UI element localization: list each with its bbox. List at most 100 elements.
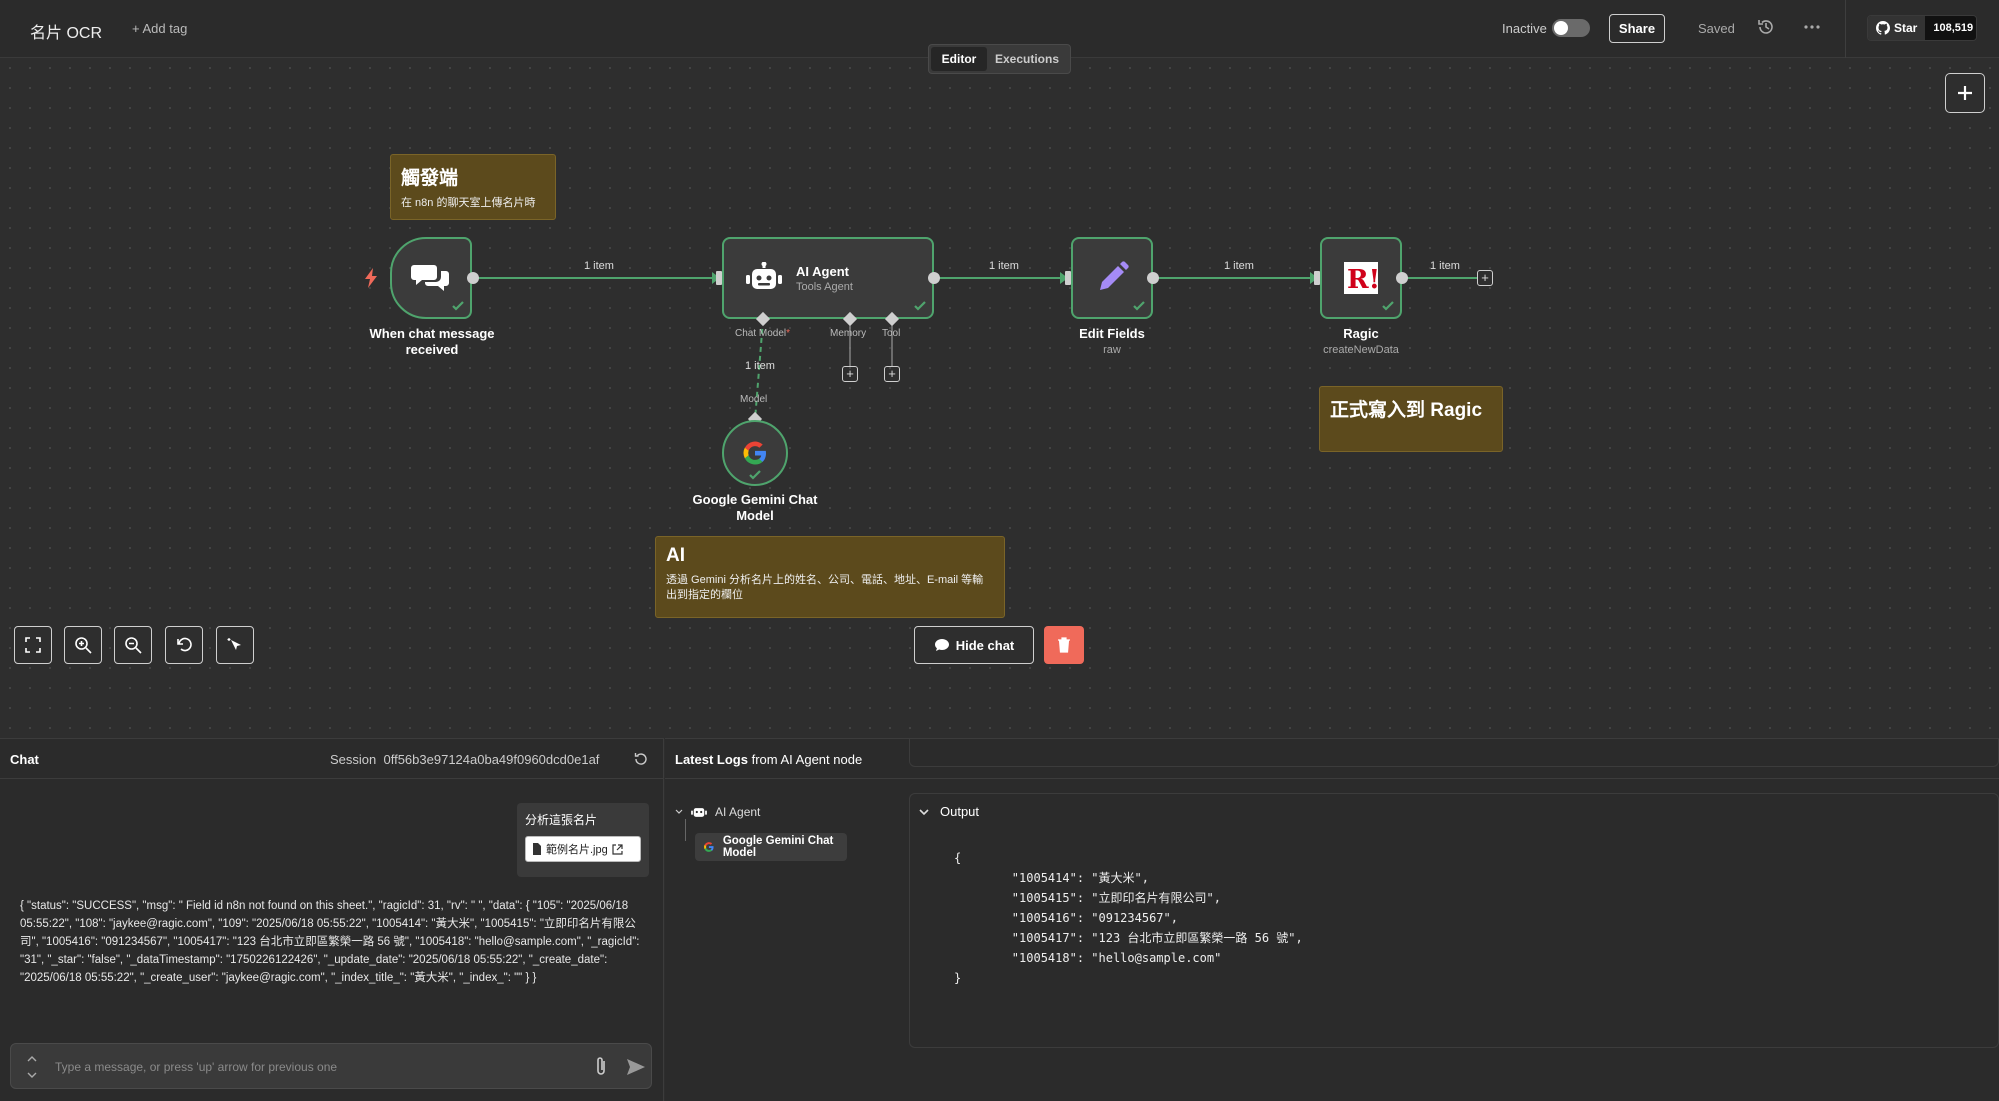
tab-editor[interactable]: Editor (931, 47, 987, 71)
pencil-icon (1100, 261, 1129, 290)
note-title: 觸發端 (401, 168, 459, 189)
chat-message-input[interactable] (55, 1056, 575, 1078)
ragic-sub: createNewData (1323, 344, 1399, 356)
sticky-note-write[interactable]: 正式寫入到 Ragic (1319, 386, 1503, 452)
undo-icon (177, 637, 192, 652)
memory-label: Memory (830, 328, 867, 339)
cursor-sparkle-icon (227, 638, 241, 650)
toggle-knob (1554, 21, 1568, 35)
paperclip-icon[interactable] (591, 1056, 611, 1078)
more-options-icon[interactable] (1800, 17, 1824, 37)
history-arrows-icon[interactable] (25, 1052, 39, 1082)
ragic-logo-icon: R! (1344, 262, 1378, 294)
tool-label: Tool (882, 328, 901, 339)
session-id: 0ff56b3e97124a0ba49f0960dcd0e1af (383, 752, 600, 767)
chat-panel: Chat Session 0ff56b3e97124a0ba49f0960dcd… (0, 738, 664, 1101)
add-next-node-button[interactable]: + (1477, 270, 1493, 286)
connection-item-count: 1 item (1430, 260, 1460, 272)
hide-chat-button[interactable]: Hide chat (914, 626, 1034, 664)
external-link-icon (612, 843, 623, 855)
connection-item-count: 1 item (989, 260, 1019, 272)
attached-file[interactable]: 範例名片.jpg (525, 836, 641, 862)
success-check-icon (914, 301, 926, 311)
output-section: Output { "1005414": "黃大米", "1005415": "立… (909, 793, 1999, 1048)
log-tree-gemini[interactable]: Google Gemini Chat Model (695, 833, 847, 861)
google-g-icon (743, 441, 766, 465)
gemini-label: Google Gemini Chat Model (692, 492, 818, 523)
sticky-note-trigger[interactable]: 觸發端 在 n8n 的聊天室上傳名片時 (390, 154, 556, 220)
refresh-session-icon[interactable] (634, 752, 648, 766)
tree-connector (685, 819, 686, 841)
chat-title: Chat (10, 752, 39, 767)
chevron-down-icon (675, 809, 683, 814)
delete-execution-button[interactable] (1044, 626, 1084, 664)
node-chat-trigger[interactable] (390, 237, 472, 319)
file-name: 範例名片.jpg (546, 844, 608, 856)
github-star-button[interactable]: Star 108,519 (1867, 15, 1977, 41)
header-divider (1845, 0, 1846, 58)
logs-panel: Latest Logs from AI Agent node AI Agent … (665, 738, 1999, 1101)
chevron-down-icon (919, 808, 929, 815)
output-json: { "1005414": "黃大米", "1005415": "立即印名片有限公… (954, 851, 1303, 985)
add-memory-button[interactable]: + (842, 366, 858, 382)
output-port[interactable] (1396, 272, 1408, 284)
star-count: 108,519 (1925, 16, 1976, 40)
trigger-bolt-icon (365, 268, 377, 288)
zoom-out-icon (125, 637, 142, 654)
agent-subtitle: Tools Agent (796, 280, 853, 293)
zoom-in-button[interactable] (64, 626, 102, 664)
tidy-up-button[interactable] (216, 626, 254, 664)
node-ai-agent[interactable]: AI Agent Tools Agent (722, 237, 934, 319)
github-icon (1876, 21, 1890, 35)
user-message-text: 分析這張名片 (525, 813, 598, 827)
ragic-label: Ragic (1343, 326, 1379, 341)
share-button[interactable]: Share (1609, 14, 1665, 43)
saved-status: Saved (1698, 21, 1735, 36)
node-ragic[interactable]: R! (1320, 237, 1402, 319)
logs-title: Latest Logs from AI Agent node (675, 752, 863, 767)
hide-chat-label: Hide chat (955, 637, 1015, 653)
model-port-label: Model (740, 394, 768, 405)
chat-bubbles-icon (411, 265, 449, 291)
reset-zoom-button[interactable] (165, 626, 203, 664)
output-port[interactable] (467, 272, 479, 284)
agent-title: AI Agent (796, 263, 849, 279)
log-tree-ai-agent[interactable]: AI Agent (675, 805, 760, 819)
robot-icon (691, 808, 707, 817)
success-check-icon (749, 470, 761, 480)
edit-fields-label: Edit Fields (1079, 326, 1145, 341)
robot-icon (746, 262, 782, 289)
active-toggle[interactable] (1552, 19, 1590, 37)
output-port[interactable] (928, 272, 940, 284)
fit-view-button[interactable] (14, 626, 52, 664)
note-title: AI (666, 545, 685, 566)
send-icon[interactable] (625, 1056, 647, 1078)
add-tag-link[interactable]: + Add tag (132, 21, 187, 36)
user-message: 分析這張名片 範例名片.jpg (517, 803, 649, 877)
edit-fields-sub: raw (1103, 344, 1121, 356)
node-gemini-chat-model[interactable] (722, 420, 788, 486)
output-toggle[interactable]: Output (918, 804, 979, 819)
chat-input-box (10, 1043, 652, 1089)
output-port[interactable] (1147, 272, 1159, 284)
file-icon (533, 843, 541, 855)
connection-item-count: 1 item (584, 260, 614, 272)
add-tool-button[interactable]: + (884, 366, 900, 382)
trash-icon (1058, 637, 1070, 653)
history-icon[interactable] (1756, 17, 1776, 37)
workflow-title[interactable]: 名片 OCR (30, 19, 102, 43)
tree-gemini-label: Google Gemini Chat Model (722, 835, 834, 859)
note-body: 透過 Gemini 分析名片上的姓名、公司、電話、地址、E-mail 等輸出到指… (666, 574, 984, 601)
tree-agent-label: AI Agent (715, 805, 761, 819)
view-tabs: Editor Executions (928, 44, 1071, 74)
zoom-out-button[interactable] (114, 626, 152, 664)
success-check-icon (452, 301, 464, 311)
chat-bubble-icon (934, 639, 949, 651)
zoom-in-icon (75, 637, 92, 654)
tab-executions[interactable]: Executions (987, 47, 1067, 71)
session-info: Session 0ff56b3e97124a0ba49f0960dcd0e1af (330, 752, 600, 767)
active-status-label: Inactive (1502, 21, 1547, 36)
sticky-note-ai[interactable]: AI 透過 Gemini 分析名片上的姓名、公司、電話、地址、E-mail 等輸… (655, 536, 1005, 618)
connection-item-count: 1 item (745, 360, 775, 372)
node-edit-fields[interactable] (1071, 237, 1153, 319)
